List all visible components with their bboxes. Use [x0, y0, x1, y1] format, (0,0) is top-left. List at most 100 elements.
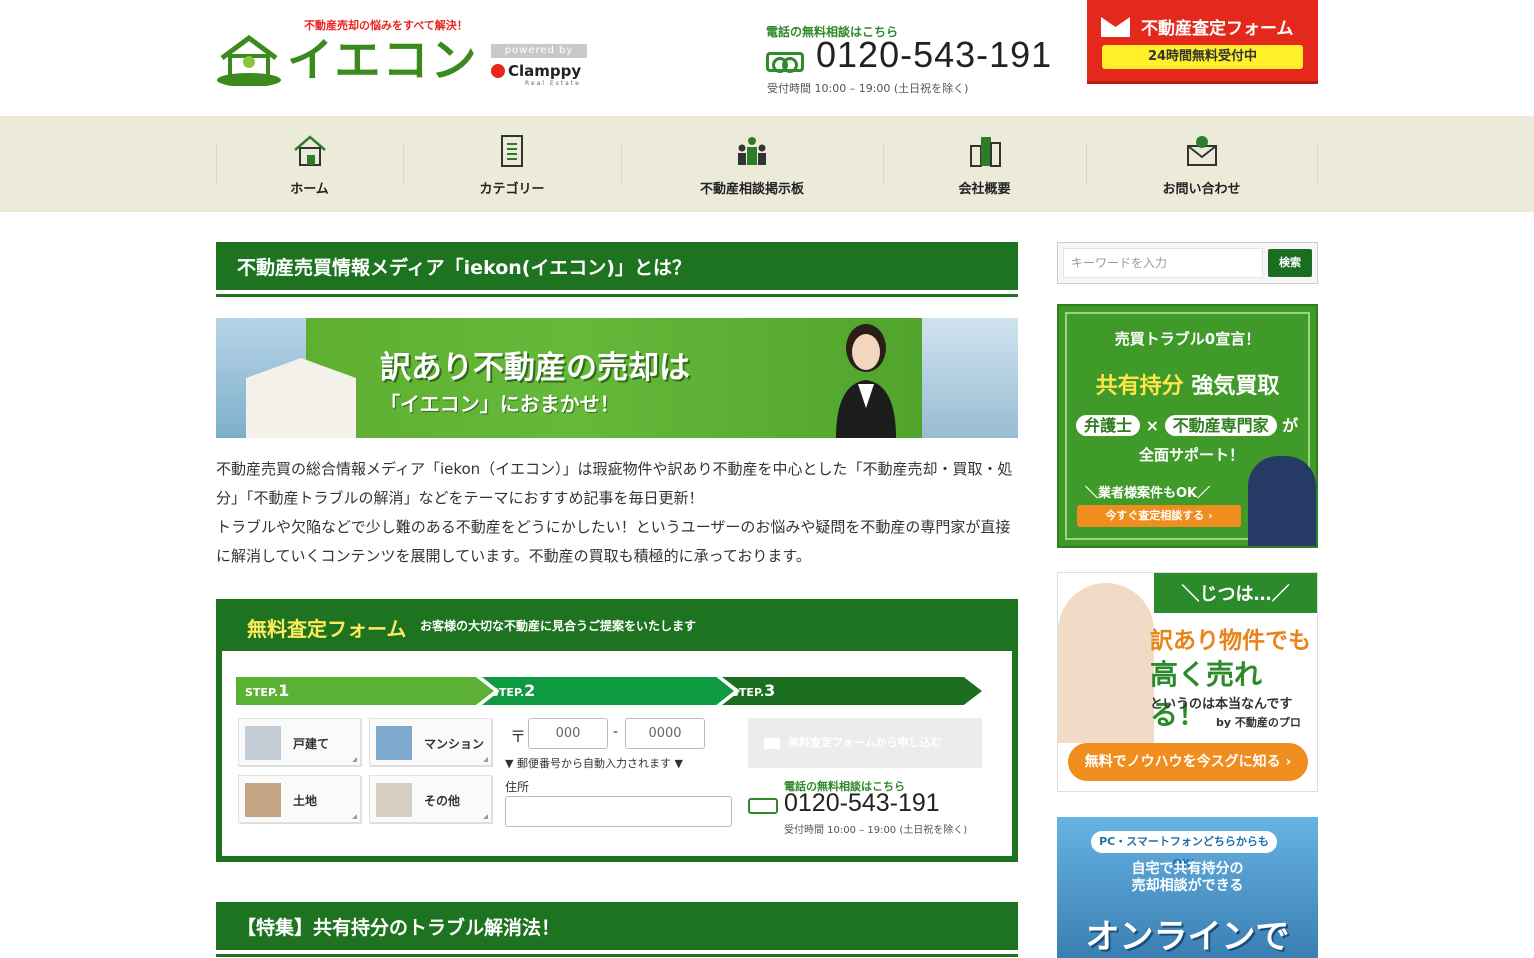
step-number: 1: [278, 681, 290, 700]
partner-logo-icon: [491, 64, 505, 78]
property-type-other[interactable]: その他: [369, 775, 492, 823]
zip-note: ▼ 郵便番号から自動入力されます ▼: [505, 757, 683, 770]
nav-item-board[interactable]: 不動産相談掲示板: [621, 116, 883, 212]
partner-name: Clamppy: [508, 62, 582, 80]
property-type-label: その他: [424, 794, 461, 808]
corner-mark: [483, 757, 488, 762]
section-heading: 不動産売買情報メディア「iekon(イエコン)」とは？: [216, 242, 1018, 294]
step-3: STEP.3: [722, 677, 982, 705]
search-box: キーワードを入力 検索: [1057, 242, 1318, 284]
nav-divider: [1317, 144, 1318, 184]
zip-input-1[interactable]: 000: [528, 718, 608, 749]
freedial-icon: [766, 52, 804, 73]
nav-label: 会社概要: [958, 182, 1011, 197]
ad-headline: 共有持分 強気買取: [1059, 368, 1316, 400]
nav-label: 不動産相談掲示板: [699, 182, 804, 197]
site-logo[interactable]: イエコン: [287, 30, 479, 90]
corner-mark: [352, 814, 357, 819]
form-title: 無料査定フォーム: [247, 617, 407, 641]
intro-paragraph: トラブルや欠陥などで少し難のある不動産をどうにかしたい！というユーザーのお悩みや…: [216, 518, 1011, 565]
ga-text: が: [1282, 416, 1299, 435]
freedial-icon: [748, 798, 778, 814]
step-number: 2: [524, 681, 536, 700]
nav-item-contact[interactable]: お問い合わせ: [1086, 116, 1317, 212]
intro-paragraph: 不動産売買の総合情報メディア「iekon（イエコン）」は瑕疵物件や訳あり不動産を…: [216, 460, 1013, 507]
ad-banner-kyoyu[interactable]: 売買トラブル0宣言！ 共有持分 強気買取 弁護士 × 不動産専門家 が 全面サポ…: [1057, 304, 1318, 548]
nav-item-home[interactable]: ホーム: [216, 116, 403, 212]
step-2: STEP.2: [482, 677, 734, 705]
assessment-form: 無料査定フォーム お客様の大切な不動産に見合うご提案をいたします STEP.1 …: [216, 599, 1018, 862]
powered-by-label: powered by: [491, 44, 587, 58]
other-image: [376, 783, 412, 817]
ad-line: 全面サポート！: [1139, 446, 1245, 464]
ad-line: by 不動産のプロ: [1216, 716, 1301, 729]
step-1: STEP.1: [236, 677, 494, 705]
section-heading-text: 不動産売買情報メディア「iekon(イエコン)」とは？: [237, 257, 691, 279]
nav-item-company[interactable]: 会社概要: [883, 116, 1086, 212]
banner-subline: 「イエコン」におまかせ！: [380, 392, 620, 416]
ad-highlight: 共有持分: [1095, 374, 1184, 399]
ad-line: 売買トラブル0宣言！: [1114, 330, 1261, 348]
global-nav: ホーム カテゴリー 不動産相談掲示板 会社概要 お問い合わせ: [0, 116, 1534, 212]
section-heading: 【特集】共有持分のトラブル解消法！: [216, 902, 1018, 954]
tel-hours: 受付時間 10:00 – 19:00 (土日祝を除く): [767, 82, 969, 95]
ad-text: 強気買取: [1191, 374, 1280, 399]
woman-image: [836, 324, 896, 438]
hero-banner[interactable]: 訳あり不動産の売却は 「イエコン」におまかせ！: [216, 318, 1018, 438]
form-body: STEP.1 STEP.2 STEP.3 戸建て マンション 土地 その他 〒 …: [222, 651, 1012, 856]
ad-line: 自宅で共有持分の 売却相談ができる: [1057, 861, 1318, 895]
building-icon: [969, 137, 1001, 167]
search-button[interactable]: 検索: [1268, 249, 1312, 277]
nav-label: カテゴリー: [479, 182, 545, 197]
people-icon: [738, 137, 766, 165]
house-image: [245, 726, 281, 760]
ad-banner-wakeari[interactable]: ＼じつは…／ 訳あり物件でも 高く売れる！ というのは本当なんです by 不動産…: [1057, 572, 1318, 792]
form-tel-number[interactable]: 0120-543-191: [784, 789, 940, 818]
ad-cta-button[interactable]: 無料でノウハウを今スグに知る ›: [1068, 743, 1308, 781]
zip-dash: -: [613, 724, 619, 740]
property-type-land[interactable]: 土地: [238, 775, 361, 823]
mail-icon: [1186, 136, 1217, 166]
ad-banner-online[interactable]: PC・スマートフォンどちらからもOK! 自宅で共有持分の 売却相談ができる オンラ…: [1057, 817, 1318, 958]
address-input[interactable]: [505, 796, 732, 827]
cta-title: 不動産査定フォーム: [1141, 19, 1294, 39]
banner-headline: 訳あり不動産の売却は: [380, 350, 690, 386]
ad-headline: オンラインで: [1085, 917, 1290, 957]
ad-text: 自宅で共有持分の: [1131, 861, 1244, 877]
section-heading-text: 【特集】共有持分のトラブル解消法！: [237, 917, 561, 939]
property-type-label: 戸建て: [293, 737, 330, 751]
document-icon: [501, 135, 523, 167]
woman-image: [1058, 583, 1154, 743]
submit-button[interactable]: 無料査定フォームから申し込む: [748, 718, 982, 768]
postal-mark: 〒: [510, 727, 527, 746]
ad-line: 訳あり物件でも: [1150, 628, 1311, 654]
property-type-house[interactable]: 戸建て: [238, 718, 361, 766]
lawyer-label: 弁護士: [1076, 415, 1141, 436]
search-input[interactable]: キーワードを入力: [1063, 248, 1263, 278]
ad-text: 売却相談ができる: [1131, 878, 1244, 894]
logo-house-icon[interactable]: [216, 34, 282, 86]
mansion-image: [376, 726, 412, 760]
city-photo: [922, 318, 1018, 438]
tel-number[interactable]: 0120-543-191: [816, 34, 1052, 76]
intro-text: 不動産売買の総合情報メディア「iekon（イエコン）」は瑕疵物件や訳あり不動産を…: [216, 455, 1018, 571]
land-image: [245, 783, 281, 817]
nav-item-category[interactable]: カテゴリー: [403, 116, 621, 212]
home-icon: [293, 135, 326, 166]
property-type-mansion[interactable]: マンション: [369, 718, 492, 766]
nav-label: お問い合わせ: [1162, 182, 1241, 197]
property-type-label: 土地: [293, 794, 318, 808]
address-label: 住所: [505, 780, 530, 794]
ad-line: ＼業者様案件もOK／: [1085, 486, 1211, 501]
ad-cta-button[interactable]: 今すぐ査定相談する ›: [1077, 505, 1241, 527]
ad-line: 弁護士 × 不動産専門家 が: [1076, 412, 1298, 436]
expert-label: 不動産専門家: [1164, 415, 1277, 436]
step-prefix: STEP.: [731, 686, 765, 699]
form-tel-hours: 受付時間 10:00 – 19:00 (土日祝を除く): [784, 825, 968, 836]
man-image: [1248, 456, 1316, 546]
mail-icon: [1101, 17, 1130, 37]
partner-logo[interactable]: Clamppy: [491, 62, 581, 80]
zip-input-2[interactable]: 0000: [625, 718, 705, 749]
assessment-form-button[interactable]: 不動産査定フォーム 24時間無料受付中: [1087, 0, 1318, 84]
partner-sub: Real Estate: [525, 80, 581, 87]
